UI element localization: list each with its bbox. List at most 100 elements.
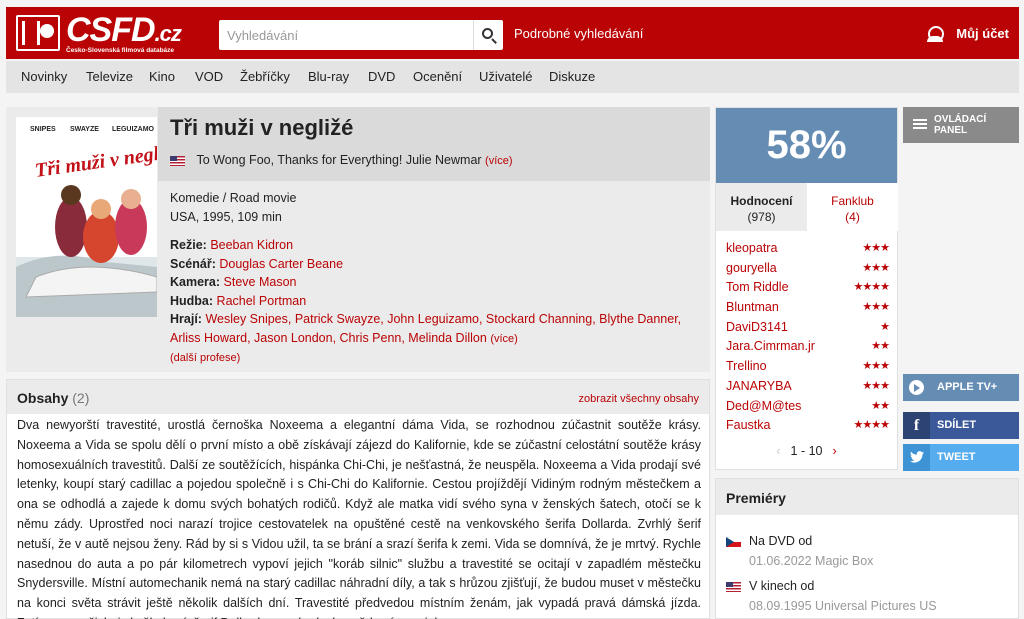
tweet-label: TWEET — [937, 451, 976, 463]
premiere-label: Na DVD od — [749, 534, 813, 548]
raters-list: kleopatra ★★★ gouryella ★★★ Tom Riddle ★★★★… — [726, 239, 890, 436]
director-label: Režie: — [170, 238, 207, 252]
twitter-tweet-button[interactable]: TWEET — [903, 444, 1019, 471]
rating-stars: ★★★ — [862, 360, 890, 373]
tab-ratings[interactable]: Hodnocení (978) — [716, 183, 807, 231]
poster-name-1: SNIPES — [30, 126, 56, 133]
more-professions-link[interactable]: (další profese) — [170, 352, 240, 364]
site-logo[interactable]: CSFD.cz Česko-Slovenská filmová databáze — [16, 11, 186, 54]
search-input[interactable] — [219, 20, 459, 50]
music-label: Hudba: — [170, 293, 214, 308]
apple-tv-label: APPLE TV+ — [937, 381, 998, 393]
nav-item-vod[interactable]: VOD — [195, 69, 223, 84]
plot-header: Obsahy (2) zobrazit všechny obsahy — [7, 380, 709, 414]
us-flag-icon — [170, 155, 185, 166]
logo-subtitle: Česko-Slovenská filmová databáze — [66, 47, 175, 54]
rater-name[interactable]: DaviD3141 — [726, 320, 788, 334]
alt-title: To Wong Foo, Thanks for Everything! Juli… — [196, 153, 482, 167]
list-item: Trellino ★★★ — [726, 357, 890, 377]
camera-link[interactable]: Steve Mason — [224, 275, 297, 289]
nav-item-oceneni[interactable]: Ocenění — [413, 69, 462, 84]
rater-name[interactable]: JANARYBA — [726, 379, 792, 393]
premieres-header: Premiéry — [716, 479, 1018, 515]
rating-percent: 58% — [716, 108, 897, 183]
rating-stars: ★★★ — [862, 301, 890, 314]
list-item: DaviD3141 ★ — [726, 318, 890, 338]
nav-item-televize[interactable]: Televize — [86, 69, 133, 84]
plot-title: Obsahy (2) — [17, 390, 90, 406]
search-button[interactable] — [473, 20, 503, 50]
rater-name[interactable]: Ded@M@tes — [726, 399, 801, 413]
search-box — [219, 20, 503, 50]
play-icon — [909, 380, 924, 395]
alt-titles-more-link[interactable]: (více) — [485, 155, 513, 167]
share-label: SDÍLET — [937, 419, 977, 431]
list-item: Faustka ★★★★ — [726, 416, 890, 436]
nav-item-dvd[interactable]: DVD — [368, 69, 395, 84]
cast-more-link[interactable]: (více) — [490, 333, 518, 345]
film-poster[interactable]: SNIPES SWAYZE LEGUIZAMO Tři muži v negli… — [16, 117, 157, 317]
film-box: SNIPES SWAYZE LEGUIZAMO Tři muži v negli… — [6, 107, 710, 372]
advanced-search-link[interactable]: Podrobné vyhledávání — [514, 26, 643, 41]
rater-name[interactable]: Faustka — [726, 418, 770, 432]
film-title: Tři muži v negližé — [170, 115, 354, 140]
cast-links-1[interactable]: Wesley Snipes, Patrick Swayze, John Legu… — [205, 312, 681, 326]
twitter-icon — [903, 444, 930, 471]
control-panel-button[interactable]: OVLÁDACÍ PANEL — [903, 107, 1019, 143]
writer-link[interactable]: Douglas Carter Beane — [219, 257, 343, 271]
facebook-icon: f — [903, 412, 930, 439]
apple-tv-button[interactable]: APPLE TV+ — [903, 374, 1019, 401]
rater-name[interactable]: Trellino — [726, 359, 767, 373]
plot-text: Dva newyorští travestité, urostlá černoš… — [17, 418, 701, 619]
cz-flag-icon — [726, 537, 741, 547]
nav-item-uzivatele[interactable]: Uživatelé — [479, 69, 532, 84]
my-account-link[interactable]: Můj účet — [956, 26, 1009, 41]
raters-pager: ‹ 1 - 10 › — [716, 444, 897, 458]
rater-name[interactable]: gouryella — [726, 261, 777, 275]
film-info: Komedie / Road movie USA, 1995, 109 min … — [170, 189, 700, 368]
nav-item-novinky[interactable]: Novinky — [21, 69, 67, 84]
premiere-detail: 01.06.2022 Magic Box — [749, 554, 874, 568]
rating-stars: ★ — [880, 320, 890, 333]
rating-stars: ★★★ — [862, 261, 890, 274]
director-link[interactable]: Beeban Kidron — [210, 238, 293, 252]
pager-range: 1 - 10 — [790, 444, 823, 458]
rater-name[interactable]: Bluntman — [726, 300, 779, 314]
rating-stars: ★★ — [871, 340, 890, 353]
list-item: Ded@M@tes ★★ — [726, 397, 890, 417]
nav-item-bluray[interactable]: Blu-ray — [308, 69, 349, 84]
rating-stars: ★★★★ — [853, 281, 890, 294]
premieres-title: Premiéry — [726, 490, 786, 506]
music-link[interactable]: Rachel Portman — [217, 294, 307, 308]
film-origin: USA, 1995, 109 min — [170, 209, 282, 224]
film-genre: Komedie / Road movie — [170, 191, 297, 205]
premiere-detail: 08.09.1995 Universal Pictures US — [749, 599, 937, 613]
rater-name[interactable]: Tom Riddle — [726, 280, 789, 294]
cast-label: Hrají: — [170, 312, 202, 326]
nav-item-zebricky[interactable]: Žebříčky — [240, 69, 290, 84]
nav-item-kino[interactable]: Kino — [149, 69, 175, 84]
next-page-icon[interactable]: › — [832, 444, 836, 458]
tab-fanclub[interactable]: Fanklub (4) — [807, 183, 898, 231]
list-item: JANARYBA ★★★ — [726, 377, 890, 397]
film-title-bar: Tři muži v negližé To Wong Foo, Thanks f… — [158, 107, 710, 181]
nav-item-diskuze[interactable]: Diskuze — [549, 69, 595, 84]
show-all-plots-link[interactable]: zobrazit všechny obsahy — [579, 393, 699, 405]
premiere-label: V kinech od — [749, 579, 815, 593]
logo-film-icon — [16, 15, 60, 51]
list-item: gouryella ★★★ — [726, 259, 890, 279]
poster-name-2: SWAYZE — [70, 126, 99, 133]
prev-page-icon[interactable]: ‹ — [776, 444, 780, 458]
list-item: kleopatra ★★★ — [726, 239, 890, 259]
poster-name-3: LEGUIZAMO — [112, 126, 155, 133]
facebook-share-button[interactable]: f SDÍLET — [903, 412, 1019, 439]
rater-name[interactable]: kleopatra — [726, 241, 777, 255]
user-icon[interactable] — [919, 23, 949, 47]
rater-name[interactable]: Jara.Cimrman.jr — [726, 339, 815, 353]
cast-links-2[interactable]: Arliss Howard, Jason London, Chris Penn,… — [170, 331, 487, 345]
list-item: Bluntman ★★★ — [726, 298, 890, 318]
camera-label: Kamera: — [170, 275, 221, 289]
site-header: CSFD.cz Česko-Slovenská filmová databáze… — [6, 7, 1019, 59]
rating-column: 58% Hodnocení (978) Fanklub (4) kleopatr… — [715, 107, 898, 470]
rating-stars: ★★★ — [862, 242, 890, 254]
